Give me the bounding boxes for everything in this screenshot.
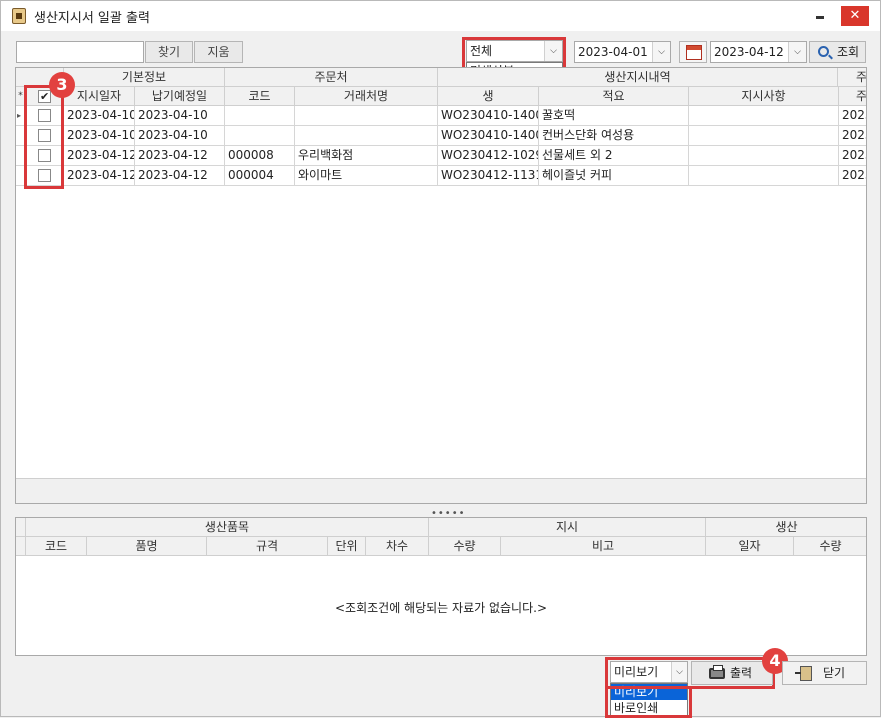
calendar-button[interactable] bbox=[679, 41, 707, 63]
group-header-instruction: 지시 bbox=[429, 518, 706, 537]
clear-button[interactable]: 지움 bbox=[194, 41, 243, 63]
col-unit[interactable]: 단위 bbox=[328, 537, 366, 556]
col-extra[interactable]: 주 bbox=[839, 87, 866, 106]
col-remarks[interactable]: 비고 bbox=[501, 537, 706, 556]
cell-extra[interactable]: 2023- bbox=[839, 106, 866, 126]
cell-client-name[interactable]: 와이마트 bbox=[295, 166, 438, 186]
col-code[interactable]: 코드 bbox=[225, 87, 295, 106]
cell-order-date[interactable]: 2023-04-10 bbox=[64, 126, 135, 146]
group-header-products: 생산품목 bbox=[26, 518, 429, 537]
cell-memo[interactable]: 선물세트 외 2 bbox=[539, 146, 689, 166]
product-grid: 생산품목 지시 생산 코드 품명 규격 단위 차수 수량 비고 일자 수량 <조… bbox=[15, 517, 867, 656]
table-row[interactable]: ▸ 2023-04-10 2023-04-10 WO230410-1400,..… bbox=[16, 106, 866, 126]
cell-instruction[interactable] bbox=[689, 166, 839, 186]
work-order-grid: 기본정보 주문처 생산지시내역 주 * 지시일자 납기예정일 코드 거래처명 생… bbox=[15, 67, 867, 504]
cell-client-name[interactable]: 우리백화점 bbox=[295, 146, 438, 166]
cell-order-date[interactable]: 2023-04-12 bbox=[64, 166, 135, 186]
date-from-field[interactable]: 2023-04-01 ⌵ bbox=[574, 41, 671, 63]
group-header-trailing: 주 bbox=[838, 68, 866, 87]
highlight-output-dropdown bbox=[605, 687, 692, 718]
title-bar: 생산지시서 일괄 출력 ✕ bbox=[1, 1, 880, 31]
col-instruction[interactable]: 지시사항 bbox=[689, 87, 839, 106]
cell-client-name[interactable] bbox=[295, 106, 438, 126]
exit-door-icon bbox=[795, 666, 812, 681]
group-header-order: 생산지시내역 bbox=[438, 68, 838, 87]
col-spec[interactable]: 규격 bbox=[207, 537, 328, 556]
cell-work-order[interactable]: WO230412-1131,... bbox=[438, 166, 539, 186]
cell-due-date[interactable]: 2023-04-10 bbox=[135, 126, 225, 146]
col-instruction-qty[interactable]: 수량 bbox=[429, 537, 501, 556]
group-header-production: 생산 bbox=[706, 518, 866, 537]
cell-extra[interactable]: 2023- bbox=[839, 146, 866, 166]
group-header-basic: 기본정보 bbox=[64, 68, 225, 87]
chevron-down-icon[interactable]: ⌵ bbox=[788, 42, 806, 62]
col-production-date[interactable]: 일자 bbox=[706, 537, 794, 556]
cell-client-name[interactable] bbox=[295, 126, 438, 146]
window: 생산지시서 일괄 출력 ✕ 찾기 지움 전체 ⌵ 미생산분 전체 2023-04… bbox=[0, 0, 881, 718]
minimize-button[interactable] bbox=[813, 10, 827, 24]
annotation-badge-3: 3 bbox=[49, 72, 75, 98]
search-icon bbox=[818, 46, 829, 57]
cell-instruction[interactable] bbox=[689, 126, 839, 146]
col-order-date[interactable]: 지시일자 bbox=[64, 87, 135, 106]
cell-due-date[interactable]: 2023-04-12 bbox=[135, 146, 225, 166]
table-row[interactable]: 2023-04-12 2023-04-12 000008 우리백화점 WO230… bbox=[16, 146, 866, 166]
cell-code[interactable]: 000008 bbox=[225, 146, 295, 166]
date-from-value: 2023-04-01 bbox=[578, 45, 648, 59]
printer-icon bbox=[709, 665, 725, 679]
cell-memo[interactable]: 꿀호떡 bbox=[539, 106, 689, 126]
col-client-name[interactable]: 거래처명 bbox=[295, 87, 438, 106]
highlight-checkboxes bbox=[24, 85, 64, 189]
date-to-field[interactable]: 2023-04-12 ⌵ bbox=[710, 41, 807, 63]
print-button-label: 출력 bbox=[730, 666, 753, 680]
col-memo[interactable]: 적요 bbox=[539, 87, 689, 106]
cell-code[interactable]: 000004 bbox=[225, 166, 295, 186]
cell-memo[interactable]: 헤이즐넛 커피 bbox=[539, 166, 689, 186]
group-header-blank bbox=[16, 518, 26, 537]
cell-order-date[interactable]: 2023-04-12 bbox=[64, 146, 135, 166]
cell-work-order[interactable]: WO230410-1400,... bbox=[438, 126, 539, 146]
print-button[interactable]: 출력 bbox=[691, 661, 773, 685]
cell-extra[interactable]: 2023- bbox=[839, 126, 866, 146]
table-row[interactable]: 2023-04-12 2023-04-12 000004 와이마트 WO2304… bbox=[16, 166, 866, 186]
cell-code[interactable] bbox=[225, 106, 295, 126]
find-button[interactable]: 찾기 bbox=[145, 41, 193, 63]
close-button[interactable]: 닫기 bbox=[782, 661, 867, 685]
cell-code[interactable] bbox=[225, 126, 295, 146]
cell-extra[interactable]: 2023- bbox=[839, 166, 866, 186]
header-blank bbox=[16, 537, 26, 556]
table-row[interactable]: 2023-04-10 2023-04-10 WO230410-1400,... … bbox=[16, 126, 866, 146]
cell-due-date[interactable]: 2023-04-10 bbox=[135, 106, 225, 126]
calendar-icon bbox=[686, 45, 702, 60]
col-due-date[interactable]: 납기예정일 bbox=[135, 87, 225, 106]
col-work-order[interactable]: 생 bbox=[438, 87, 539, 106]
search-button[interactable]: 조회 bbox=[809, 41, 866, 63]
cell-work-order[interactable]: WO230410-1400,... bbox=[438, 106, 539, 126]
cell-order-date[interactable]: 2023-04-10 bbox=[64, 106, 135, 126]
group-header-client: 주문처 bbox=[225, 68, 438, 87]
col-product-name[interactable]: 품명 bbox=[87, 537, 207, 556]
chevron-down-icon[interactable]: ⌵ bbox=[652, 42, 670, 62]
grid-footer bbox=[16, 478, 866, 503]
col-sequence[interactable]: 차수 bbox=[366, 537, 429, 556]
col-product-code[interactable]: 코드 bbox=[26, 537, 87, 556]
empty-message: <조회조건에 해당되는 자료가 없습니다.> bbox=[334, 601, 547, 615]
cell-due-date[interactable]: 2023-04-12 bbox=[135, 166, 225, 186]
cell-work-order[interactable]: WO230412-1029,... bbox=[438, 146, 539, 166]
cell-instruction[interactable] bbox=[689, 106, 839, 126]
close-button-label: 닫기 bbox=[823, 666, 846, 680]
cell-memo[interactable]: 컨버스단화 여성용 bbox=[539, 126, 689, 146]
date-to-value: 2023-04-12 bbox=[714, 45, 784, 59]
cell-instruction[interactable] bbox=[689, 146, 839, 166]
col-production-qty[interactable]: 수량 bbox=[794, 537, 866, 556]
app-icon bbox=[12, 8, 26, 24]
search-input[interactable] bbox=[16, 41, 144, 63]
close-window-button[interactable]: ✕ bbox=[841, 6, 869, 26]
search-button-label: 조회 bbox=[837, 45, 860, 59]
window-title: 생산지시서 일괄 출력 bbox=[34, 11, 150, 26]
